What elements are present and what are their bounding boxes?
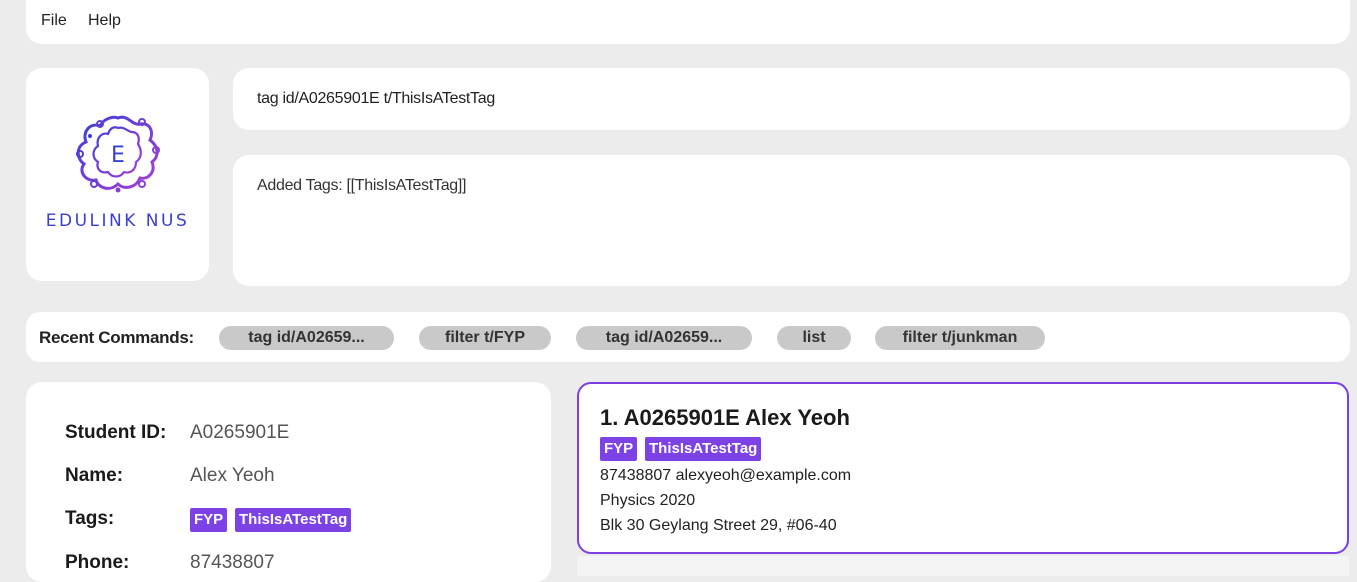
logo-card: E EDULINK NUS <box>26 68 209 281</box>
menu-bar: File Help <box>26 0 1350 44</box>
recent-commands-bar: Recent Commands: tag id/A02659... filter… <box>26 312 1350 362</box>
student-id-label: Student ID: <box>65 422 167 443</box>
menu-help[interactable]: Help <box>88 12 121 30</box>
svg-text:E: E <box>111 143 125 168</box>
tags-label: Tags: <box>65 508 115 529</box>
recent-command-chip[interactable]: tag id/A02659... <box>576 326 752 350</box>
tag-badge: ThisIsATestTag <box>235 508 352 532</box>
name-label: Name: <box>65 465 124 486</box>
tag-badge: ThisIsATestTag <box>645 437 762 461</box>
tag-badge: FYP <box>190 508 228 532</box>
student-detail-panel: Student ID: A0265901E Name: Alex Yeoh Ta… <box>26 382 551 582</box>
recent-command-chip[interactable]: filter t/junkman <box>875 326 1045 350</box>
command-input[interactable] <box>255 86 1319 112</box>
person-card-title: 1. A0265901E Alex Yeoh <box>600 405 850 430</box>
person-card-selected[interactable]: 1. A0265901E Alex Yeoh FYP ThisIsATestTa… <box>577 382 1349 554</box>
student-id-value: A0265901E <box>190 422 290 443</box>
result-message: Added Tags: [[ThisIsATestTag]] <box>257 177 467 194</box>
logo-text: EDULINK NUS <box>45 211 190 231</box>
recent-commands-label: Recent Commands: <box>39 328 194 347</box>
name-value: Alex Yeoh <box>190 465 275 486</box>
person-major-year: Physics 2020 <box>600 492 696 509</box>
recent-command-chip[interactable]: filter t/FYP <box>419 326 551 350</box>
phone-label: Phone: <box>65 552 130 573</box>
menu-file[interactable]: File <box>41 12 67 30</box>
phone-value: 87438807 <box>190 552 275 573</box>
edulink-logo-icon: E <box>76 115 160 193</box>
tag-badge: FYP <box>600 437 638 461</box>
person-address: Blk 30 Geylang Street 29, #06-40 <box>600 517 837 534</box>
recent-command-chip[interactable]: list <box>777 326 851 350</box>
command-box <box>233 68 1350 130</box>
person-contact: 87438807 alexyeoh@example.com <box>600 467 852 484</box>
recent-command-chip[interactable]: tag id/A02659... <box>219 326 394 350</box>
person-list-next-row <box>577 556 1349 576</box>
result-display: Added Tags: [[ThisIsATestTag]] <box>233 155 1350 286</box>
